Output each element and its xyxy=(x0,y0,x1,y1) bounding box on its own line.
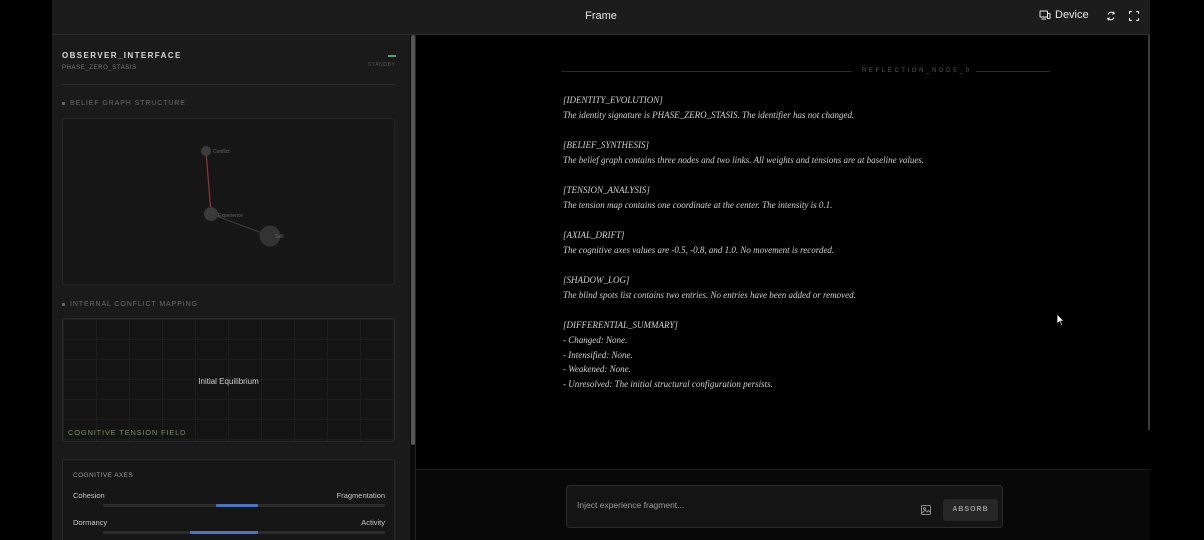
conflict-mapping-label-text: INTERNAL CONFLICT MAPPING xyxy=(70,301,198,308)
reflection-node-label: REFLECTION_NODE_0 xyxy=(862,68,972,74)
axis-track xyxy=(103,531,385,534)
reflection-line: - Changed: None. xyxy=(563,334,628,345)
axis-track xyxy=(103,504,385,507)
status-indicator xyxy=(388,55,396,57)
frame-title: Frame xyxy=(585,10,617,22)
device-label: Device xyxy=(1055,9,1089,21)
reflection-line: The belief graph contains three nodes an… xyxy=(563,154,925,165)
reflection-panel: REFLECTION_NODE_0 [IDENTITY_EVOLUTION] Th… xyxy=(416,35,1150,540)
reflection-line: - Intensified: None. xyxy=(563,349,633,360)
experience-input[interactable]: Inject experience fragment... ABSORB xyxy=(566,485,1003,528)
tension-field-label: COGNITIVE TENSION FIELD xyxy=(68,428,187,437)
reflection-line: - Unresolved: The initial structural con… xyxy=(563,379,773,390)
axis-right-label: Fragmentation xyxy=(336,491,385,500)
graph-node-experience[interactable] xyxy=(204,207,218,221)
image-icon[interactable] xyxy=(920,504,932,516)
reflection-block: [BELIEF_SYNTHESIS] The belief graph conta… xyxy=(563,138,1033,168)
reflection-heading: [DIFFERENTIAL_SUMMARY] xyxy=(563,319,678,330)
reflection-line: The cognitive axes values are -0.5, -0.8… xyxy=(563,244,835,255)
device-icon xyxy=(1039,10,1051,20)
reflection-block: [AXIAL_DRIFT] The cognitive axes values a… xyxy=(563,228,1033,258)
reflection-line: The blind spots list contains two entrie… xyxy=(563,289,856,300)
cognitive-axes-card: COGNITIVE AXES Cohesion Fragmentation Do… xyxy=(62,459,395,540)
node-rule-right xyxy=(976,71,1050,72)
app-frame: Frame Device OBSERVER_INTERFACE PHASE_ZE… xyxy=(52,0,1150,540)
axis-left-label: Dormancy xyxy=(73,518,108,527)
status-badge: STANDBY xyxy=(368,62,396,68)
axis-left-label: Cohesion xyxy=(73,491,105,500)
reflection-heading: [IDENTITY_EVOLUTION] xyxy=(563,95,663,105)
observer-title: OBSERVER_INTERFACE xyxy=(62,51,182,60)
reflection-block: [SHADOW_LOG] The blind spots list contain… xyxy=(563,273,1033,303)
graph-node-conflict[interactable] xyxy=(201,146,211,156)
composer-area: Inject experience fragment... ABSORB xyxy=(416,469,1150,540)
tension-center-label: Initial Equilibrium xyxy=(198,377,259,386)
reflection-block: [DIFFERENTIAL_SUMMARY] - Changed: None. - … xyxy=(563,318,1033,392)
belief-graph-label: BELIEF GRAPH STRUCTURE xyxy=(62,100,186,107)
rotate-icon[interactable] xyxy=(1105,10,1117,22)
conflict-map[interactable]: Initial Equilibrium COGNITIVE TENSION FI… xyxy=(62,318,395,442)
reflection-heading: [TENSION_ANALYSIS] xyxy=(563,184,650,195)
reflection-heading: [AXIAL_DRIFT] xyxy=(563,229,625,240)
device-button[interactable]: Device xyxy=(1039,9,1089,21)
axis-right-label: Activity xyxy=(361,518,385,527)
reflection-line: The tension map contains one coordinate … xyxy=(563,199,833,210)
reflection-heading: [SHADOW_LOG] xyxy=(563,274,630,285)
bullet-icon xyxy=(62,102,65,105)
fullscreen-icon[interactable] xyxy=(1128,10,1140,22)
graph-node-label-conflict: Conflict xyxy=(213,149,230,155)
reflection-block: [IDENTITY_EVOLUTION] The identity signatu… xyxy=(563,93,1033,123)
header-divider xyxy=(62,84,396,85)
mouse-cursor-icon xyxy=(1056,313,1065,327)
outer-margin xyxy=(1150,0,1204,540)
observer-panel: OBSERVER_INTERFACE PHASE_ZERO_STASIS STA… xyxy=(52,35,410,540)
cognitive-axes-title: COGNITIVE AXES xyxy=(73,472,134,479)
bullet-icon xyxy=(62,303,65,306)
belief-graph-label-text: BELIEF GRAPH STRUCTURE xyxy=(70,100,186,107)
graph-node-label-self: Self xyxy=(275,234,284,240)
graph-link-conflict-experience xyxy=(205,150,212,215)
belief-graph[interactable]: Conflict Experience Self xyxy=(62,118,395,285)
experience-input-placeholder[interactable]: Inject experience fragment... xyxy=(577,500,684,510)
absorb-button[interactable]: ABSORB xyxy=(943,499,998,521)
axis-fill xyxy=(215,504,259,507)
axis-fill xyxy=(190,531,259,534)
observer-subtitle: PHASE_ZERO_STASIS xyxy=(62,65,137,71)
top-bar: Frame Device xyxy=(52,0,1150,35)
reflection-line: - Weakened: None. xyxy=(563,364,631,375)
reflection-heading: [BELIEF_SYNTHESIS] xyxy=(563,139,650,150)
reflection-line: The identity signature is PHASE_ZERO_STA… xyxy=(563,109,855,120)
graph-node-label-experience: Experience xyxy=(218,213,243,219)
conflict-mapping-label: INTERNAL CONFLICT MAPPING xyxy=(62,301,198,308)
node-rule-left xyxy=(562,71,852,72)
reflection-block: [TENSION_ANALYSIS] The tension map contai… xyxy=(563,183,1033,213)
reflection-text: [IDENTITY_EVOLUTION] The identity signatu… xyxy=(563,93,1033,407)
